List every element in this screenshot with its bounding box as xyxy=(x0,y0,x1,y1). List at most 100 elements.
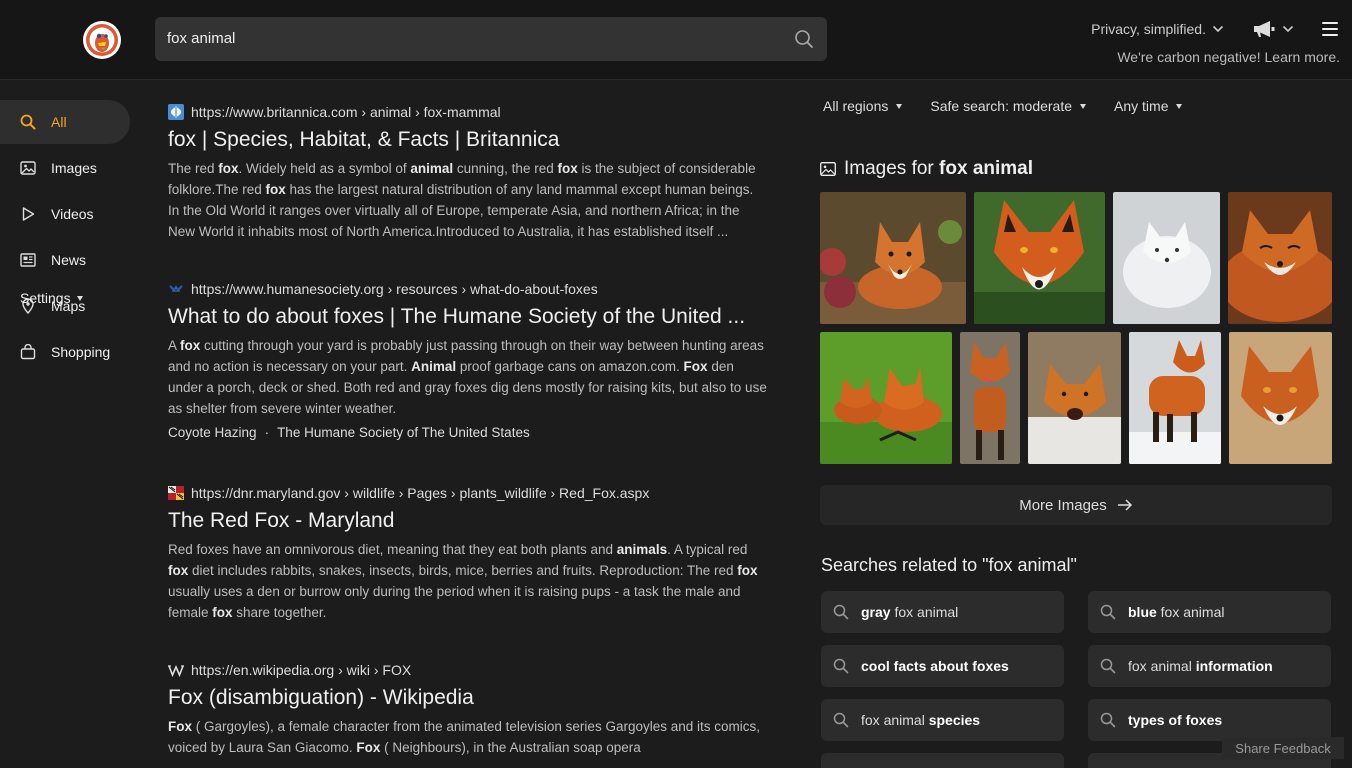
search-result: https://www.humanesociety.org › resource… xyxy=(168,279,768,440)
settings-dropdown[interactable]: Settings xyxy=(20,290,83,306)
search-icon[interactable] xyxy=(793,28,815,50)
fox-photo xyxy=(960,332,1020,464)
safe-search-dropdown[interactable]: Safe search: moderate xyxy=(930,97,1087,115)
result-url-text: https://www.britannica.com › animal › fo… xyxy=(191,104,501,120)
carbon-negative-link[interactable]: We're carbon negative! Learn more. xyxy=(1117,49,1340,65)
britannica-favicon-icon xyxy=(168,104,184,120)
result-url[interactable]: https://dnr.maryland.gov › wildlife › Pa… xyxy=(168,483,768,503)
result-url-text: https://www.humanesociety.org › resource… xyxy=(191,281,598,297)
search-result: https://dnr.maryland.gov › wildlife › Pa… xyxy=(168,483,768,623)
result-url-text: https://en.wikipedia.org › wiki › FOX xyxy=(191,662,412,678)
related-search-pill[interactable]: fox animal species xyxy=(821,699,1064,741)
image-thumbnail[interactable] xyxy=(960,332,1020,464)
result-url-text: https://dnr.maryland.gov › wildlife › Pa… xyxy=(191,485,650,501)
nav-item-label: Shopping xyxy=(51,344,111,360)
related-search-pill-partial[interactable] xyxy=(821,753,1064,768)
image-icon xyxy=(820,162,836,176)
image-thumbnail[interactable] xyxy=(1129,332,1221,464)
filter-label: Any time xyxy=(1114,98,1169,114)
search-input[interactable]: fox animal xyxy=(155,17,827,61)
related-search-label: cool facts about foxes xyxy=(861,658,1009,674)
images-module-heading[interactable]: Images for fox animal xyxy=(820,158,1033,180)
search-result: https://www.britannica.com › animal › fo… xyxy=(168,102,768,242)
announcements-dropdown[interactable] xyxy=(1252,20,1294,38)
fox-photo xyxy=(1113,192,1220,324)
image-thumbnail[interactable] xyxy=(820,332,952,464)
result-title-link[interactable]: Fox (disambiguation) - Wikipedia xyxy=(168,685,768,711)
sitelink-humane-society[interactable]: The Humane Society of The United States xyxy=(277,425,530,440)
nav-item-label: News xyxy=(51,252,87,268)
settings-label: Settings xyxy=(20,290,71,306)
privacy-dropdown[interactable]: Privacy, simplified. xyxy=(1091,21,1224,37)
result-title-link[interactable]: The Red Fox - Maryland xyxy=(168,508,768,534)
search-icon xyxy=(1100,712,1116,728)
related-search-pill[interactable]: gray fox animal xyxy=(821,591,1064,633)
search-icon xyxy=(20,114,36,130)
more-images-button[interactable]: More Images xyxy=(820,485,1332,525)
nav-item-all[interactable]: All xyxy=(0,100,130,144)
fox-photo xyxy=(974,192,1105,324)
search-icon xyxy=(833,712,849,728)
fox-photo xyxy=(1228,192,1332,324)
arrow-right-icon xyxy=(1117,499,1132,511)
search-icon xyxy=(833,658,849,674)
search-query-text: fox animal xyxy=(167,30,236,47)
header-bar: fox animal Privacy, simplified. We're ca… xyxy=(0,0,1352,80)
region-filter-dropdown[interactable]: All regions xyxy=(823,97,903,115)
caret-down-icon xyxy=(76,295,83,301)
search-icon xyxy=(1100,604,1116,620)
chevron-down-icon xyxy=(1212,25,1224,33)
time-filter-dropdown[interactable]: Any time xyxy=(1114,97,1183,115)
nav-item-shopping[interactable]: Shopping xyxy=(0,330,130,374)
megaphone-icon xyxy=(1254,21,1275,37)
duck-icon xyxy=(86,24,118,56)
result-url[interactable]: https://en.wikipedia.org › wiki › FOX xyxy=(168,660,768,680)
nav-item-news[interactable]: News xyxy=(0,238,130,282)
image-thumbnail[interactable] xyxy=(974,192,1105,324)
shopping-bag-icon xyxy=(20,344,36,360)
results-list: https://www.britannica.com › animal › fo… xyxy=(168,100,768,758)
result-url[interactable]: https://www.britannica.com › animal › fo… xyxy=(168,102,768,122)
related-search-pill[interactable]: blue fox animal xyxy=(1088,591,1331,633)
related-search-pill[interactable]: fox animal information xyxy=(1088,645,1331,687)
menu-icon[interactable] xyxy=(1322,22,1338,36)
image-thumbnail[interactable] xyxy=(1113,192,1220,324)
image-thumbnail[interactable] xyxy=(1028,332,1121,464)
images-heading-prefix: Images for xyxy=(844,158,940,179)
related-search-label: types of foxes xyxy=(1128,712,1223,728)
search-icon xyxy=(833,604,849,620)
result-sitelinks: Coyote Hazing · The Humane Society of Th… xyxy=(168,425,768,440)
humane-society-favicon-icon xyxy=(169,285,183,292)
nav-item-images[interactable]: Images xyxy=(0,146,130,190)
result-snippet: Fox ( Gargoyles), a female character fro… xyxy=(168,719,760,755)
nav-item-videos[interactable]: Videos xyxy=(0,192,130,236)
image-thumbnail[interactable] xyxy=(1229,332,1332,464)
fox-photo xyxy=(820,192,966,324)
result-snippet: A fox cutting through your yard is proba… xyxy=(168,338,767,416)
result-title-link[interactable]: fox | Species, Habitat, & Facts | Britan… xyxy=(168,127,768,153)
duckduckgo-logo[interactable] xyxy=(83,21,121,59)
play-icon xyxy=(22,207,35,221)
sitelink-coyote-hazing[interactable]: Coyote Hazing xyxy=(168,425,257,440)
related-search-label: fox animal information xyxy=(1128,658,1273,674)
result-url[interactable]: https://www.humanesociety.org › resource… xyxy=(168,279,768,299)
caret-down-icon xyxy=(1080,103,1087,109)
search-icon xyxy=(1100,658,1116,674)
maryland-flag-favicon-icon xyxy=(168,486,184,500)
image-thumbnail[interactable] xyxy=(1228,192,1332,324)
sitelink-separator: · xyxy=(264,425,270,440)
related-search-pill[interactable]: cool facts about foxes xyxy=(821,645,1064,687)
related-search-label: blue fox animal xyxy=(1128,604,1225,620)
image-thumbnail[interactable] xyxy=(820,192,966,324)
share-feedback-button[interactable]: Share Feedback xyxy=(1222,737,1344,759)
fox-photo xyxy=(1229,332,1332,464)
privacy-label: Privacy, simplified. xyxy=(1091,21,1206,37)
result-snippet: Red foxes have an omnivorous diet, meani… xyxy=(168,542,758,620)
chevron-down-icon xyxy=(1282,25,1294,33)
fox-photo xyxy=(1028,332,1121,464)
result-title-link[interactable]: What to do about foxes | The Humane Soci… xyxy=(168,304,768,330)
related-search-pill[interactable]: types of foxes xyxy=(1088,699,1331,741)
more-images-label: More Images xyxy=(1019,496,1107,514)
result-snippet: The red fox. Widely held as a symbol of … xyxy=(168,161,756,239)
related-search-label: fox animal species xyxy=(861,712,981,728)
